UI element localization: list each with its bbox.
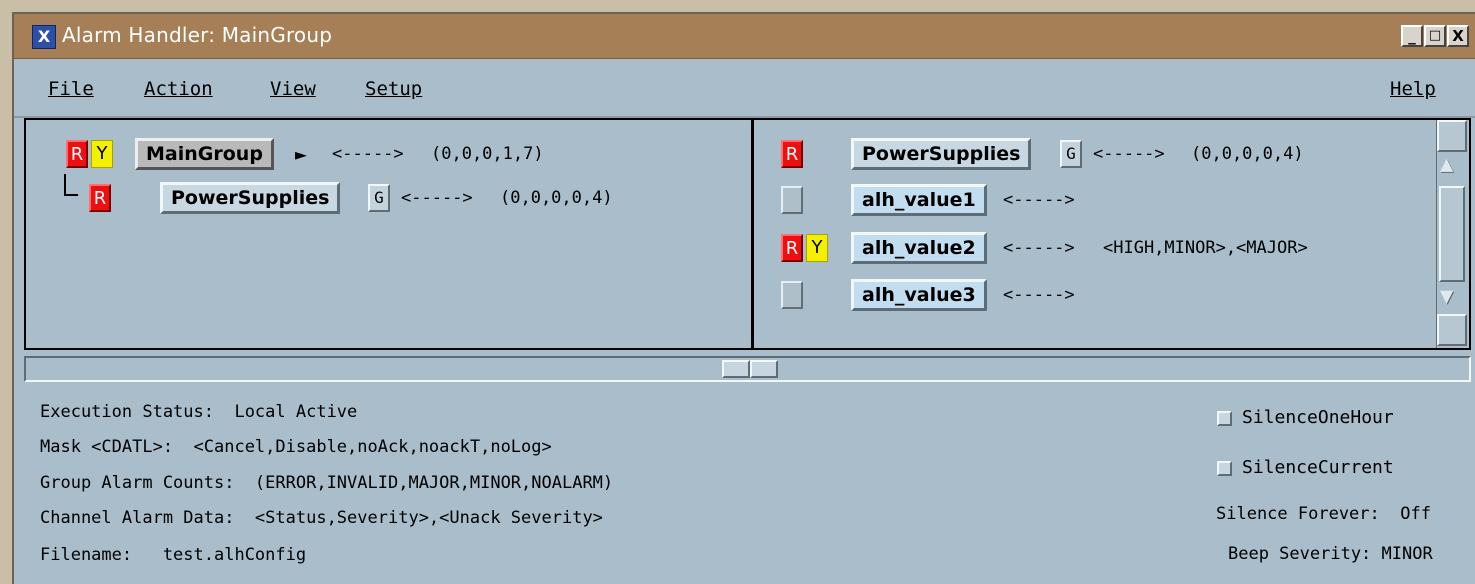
channel-row-alh-value2[interactable]: R Y alh_value2 <-----> <HIGH,MINOR>,<MAJ… [753, 232, 1433, 264]
powersupplies-arrow-text: <-----> [401, 188, 473, 208]
group-alarm-counts-legend: Group Alarm Counts: (ERROR,INVALID,MAJOR… [40, 473, 614, 493]
execution-status: Execution Status: Local Active [40, 402, 358, 422]
menu-view-label: View [270, 78, 316, 100]
menu-help-label: Help [1390, 78, 1436, 100]
alh-value1-arrow-text: <-----> [1003, 190, 1075, 210]
scroll-down-arrow-icon[interactable]: ▼ [1440, 284, 1453, 309]
red-alarm-badge: R [89, 184, 111, 212]
menu-action-label: Action [144, 78, 213, 100]
group-arrow-text: <-----> [1093, 144, 1165, 164]
x-window-icon[interactable]: X [32, 25, 56, 49]
alh-value2-alarm-data: <HIGH,MINOR>,<MAJOR> [1103, 238, 1308, 258]
scrollbar-thumb[interactable] [1439, 186, 1465, 282]
guidance-button[interactable]: G [368, 184, 390, 212]
menu-setup-label: Setup [365, 78, 423, 100]
scrollbar-top-box[interactable] [1437, 120, 1467, 152]
scroll-up-arrow-icon[interactable]: ▲ [1440, 152, 1453, 177]
menu-setup[interactable]: Setup [365, 78, 422, 100]
pane-sash-bar[interactable] [24, 356, 1471, 382]
red-alarm-badge: R [781, 140, 803, 168]
channel-alarm-data-legend: Channel Alarm Data: <Status,Severity>,<U… [40, 508, 603, 528]
window-title: Alarm Handler: MainGroup [62, 23, 333, 47]
no-alarm-badge [781, 281, 803, 309]
no-alarm-badge [781, 186, 803, 214]
group-counts: (0,0,0,0,4) [1191, 144, 1304, 164]
menu-action[interactable]: Action [144, 78, 213, 100]
minimize-button[interactable]: _ [1401, 25, 1423, 47]
menu-bar: File Action View Setup Help [14, 58, 1475, 118]
menu-file-label: File [48, 78, 94, 100]
menu-file[interactable]: File [48, 78, 94, 100]
menu-help[interactable]: Help [1390, 78, 1436, 100]
alh-value2-button[interactable]: alh_value2 [851, 232, 987, 264]
close-button[interactable]: X [1447, 25, 1469, 47]
toggle-indicator-icon [1217, 410, 1232, 426]
guidance-button[interactable]: G [1060, 140, 1082, 168]
title-bar[interactable]: X Alarm Handler: MainGroup _ □ X [14, 14, 1475, 59]
alarm-handler-window: X Alarm Handler: MainGroup _ □ X File Ac… [12, 12, 1475, 584]
maximize-button[interactable]: □ [1424, 25, 1446, 47]
channel-row-alh-value1[interactable]: alh_value1 <-----> [753, 184, 1433, 216]
sash-handle-right[interactable] [750, 360, 778, 378]
expand-arrow-icon[interactable]: ► [295, 140, 307, 168]
channel-pane[interactable]: R PowerSupplies G <-----> (0,0,0,0,4) al… [751, 118, 1471, 350]
tree-row-powersupplies[interactable]: R PowerSupplies G <-----> (0,0,0,0,4) [26, 182, 746, 214]
beep-severity-status: Beep Severity: MINOR [1228, 544, 1433, 564]
channel-row-alh-value3[interactable]: alh_value3 <-----> [753, 279, 1433, 311]
silence-one-hour-label: SilenceOneHour [1242, 407, 1394, 428]
maingroup-counts: (0,0,0,1,7) [431, 144, 544, 164]
alh-value3-button[interactable]: alh_value3 [851, 279, 987, 311]
powersupplies-counts: (0,0,0,0,4) [500, 188, 613, 208]
sash-handle-left[interactable] [722, 360, 750, 378]
mask-legend: Mask <CDATL>: <Cancel,Disable,noAck,noac… [40, 437, 552, 457]
red-alarm-badge: R [66, 140, 88, 168]
scrollbar-bottom-box[interactable] [1437, 314, 1467, 346]
maingroup-arrow-text: <-----> [332, 144, 404, 164]
maingroup-button[interactable]: MainGroup [135, 138, 274, 170]
alh-value1-button[interactable]: alh_value1 [851, 184, 987, 216]
group-tree-pane[interactable]: R Y MainGroup ► <-----> (0,0,0,1,7) R Po… [24, 118, 754, 350]
channel-row-group[interactable]: R PowerSupplies G <-----> (0,0,0,0,4) [753, 138, 1433, 170]
powersupplies-group-button[interactable]: PowerSupplies [851, 138, 1032, 170]
vertical-scrollbar[interactable]: ▲ ▼ [1436, 120, 1469, 348]
silence-current-toggle[interactable]: SilenceCurrent [1217, 456, 1394, 480]
tree-row-maingroup[interactable]: R Y MainGroup ► <-----> (0,0,0,1,7) [26, 138, 746, 170]
alh-value3-arrow-text: <-----> [1003, 285, 1075, 305]
yellow-alarm-badge: Y [806, 234, 828, 262]
toggle-indicator-icon [1217, 460, 1232, 476]
silence-forever-status: Silence Forever: Off [1216, 504, 1431, 524]
silence-one-hour-toggle[interactable]: SilenceOneHour [1217, 406, 1394, 430]
alh-value2-arrow-text: <-----> [1003, 238, 1075, 258]
powersupplies-button[interactable]: PowerSupplies [160, 182, 341, 214]
red-alarm-badge: R [781, 234, 803, 262]
silence-current-label: SilenceCurrent [1242, 457, 1394, 478]
menu-view[interactable]: View [270, 78, 316, 100]
yellow-alarm-badge: Y [91, 140, 113, 168]
filename-label: Filename: test.alhConfig [40, 545, 307, 565]
